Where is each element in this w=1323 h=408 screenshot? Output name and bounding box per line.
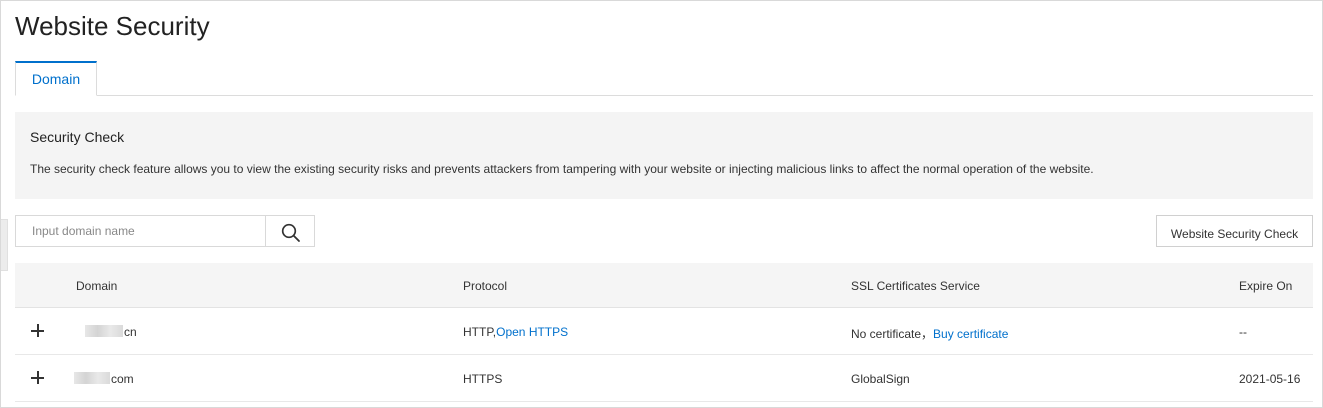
table-row: cn HTTP,Open HTTPS No certificate，Buy ce… xyxy=(15,308,1313,355)
domain-table: Domain Protocol SSL Certificates Service… xyxy=(15,263,1313,402)
redacted-domain-image xyxy=(85,325,123,337)
buy-certificate-link[interactable]: Buy certificate xyxy=(933,327,1008,341)
column-header-ssl: SSL Certificates Service xyxy=(851,279,980,293)
page-title: Website Security xyxy=(15,11,210,41)
ssl-cell: No certificate，Buy certificate xyxy=(851,325,1008,342)
search-icon xyxy=(281,223,300,242)
ssl-cell: GlobalSign xyxy=(851,372,910,386)
expire-cell: 2021-05-16 xyxy=(1239,372,1301,386)
security-check-info-panel: Security Check The security check featur… xyxy=(15,112,1313,199)
search-input[interactable] xyxy=(15,215,266,247)
domain-suffix: com xyxy=(111,372,134,386)
table-header: Domain Protocol SSL Certificates Service… xyxy=(15,263,1313,308)
info-title: Security Check xyxy=(30,129,125,145)
table-row: com HTTPS GlobalSign 2021-05-16 xyxy=(15,355,1313,402)
tab-bar: Domain xyxy=(15,61,1313,96)
protocol-cell: HTTP,Open HTTPS xyxy=(463,325,568,339)
open-https-link[interactable]: Open HTTPS xyxy=(496,325,568,339)
expire-cell: -- xyxy=(1239,325,1247,339)
protocol-cell: HTTPS xyxy=(463,372,503,386)
domain-suffix: cn xyxy=(124,325,137,339)
protocol-text: HTTP, xyxy=(463,325,497,339)
column-header-expire: Expire On xyxy=(1239,279,1293,293)
domain-cell: cn xyxy=(85,325,137,339)
page-frame: Website Security Domain Security Check T… xyxy=(0,0,1323,408)
domain-cell: com xyxy=(74,372,134,386)
tab-domain[interactable]: Domain xyxy=(15,61,97,96)
website-security-check-button[interactable]: Website Security Check xyxy=(1156,215,1313,247)
expand-plus-icon[interactable] xyxy=(31,371,45,385)
redacted-domain-image xyxy=(74,372,110,384)
column-header-domain: Domain xyxy=(76,279,118,293)
column-header-protocol: Protocol xyxy=(463,279,508,293)
search-button[interactable] xyxy=(265,215,315,247)
ssl-text: No certificate， xyxy=(851,327,934,341)
info-description: The security check feature allows you to… xyxy=(30,162,1094,176)
side-collapse-handle[interactable] xyxy=(1,219,8,271)
expand-plus-icon[interactable] xyxy=(31,324,45,338)
